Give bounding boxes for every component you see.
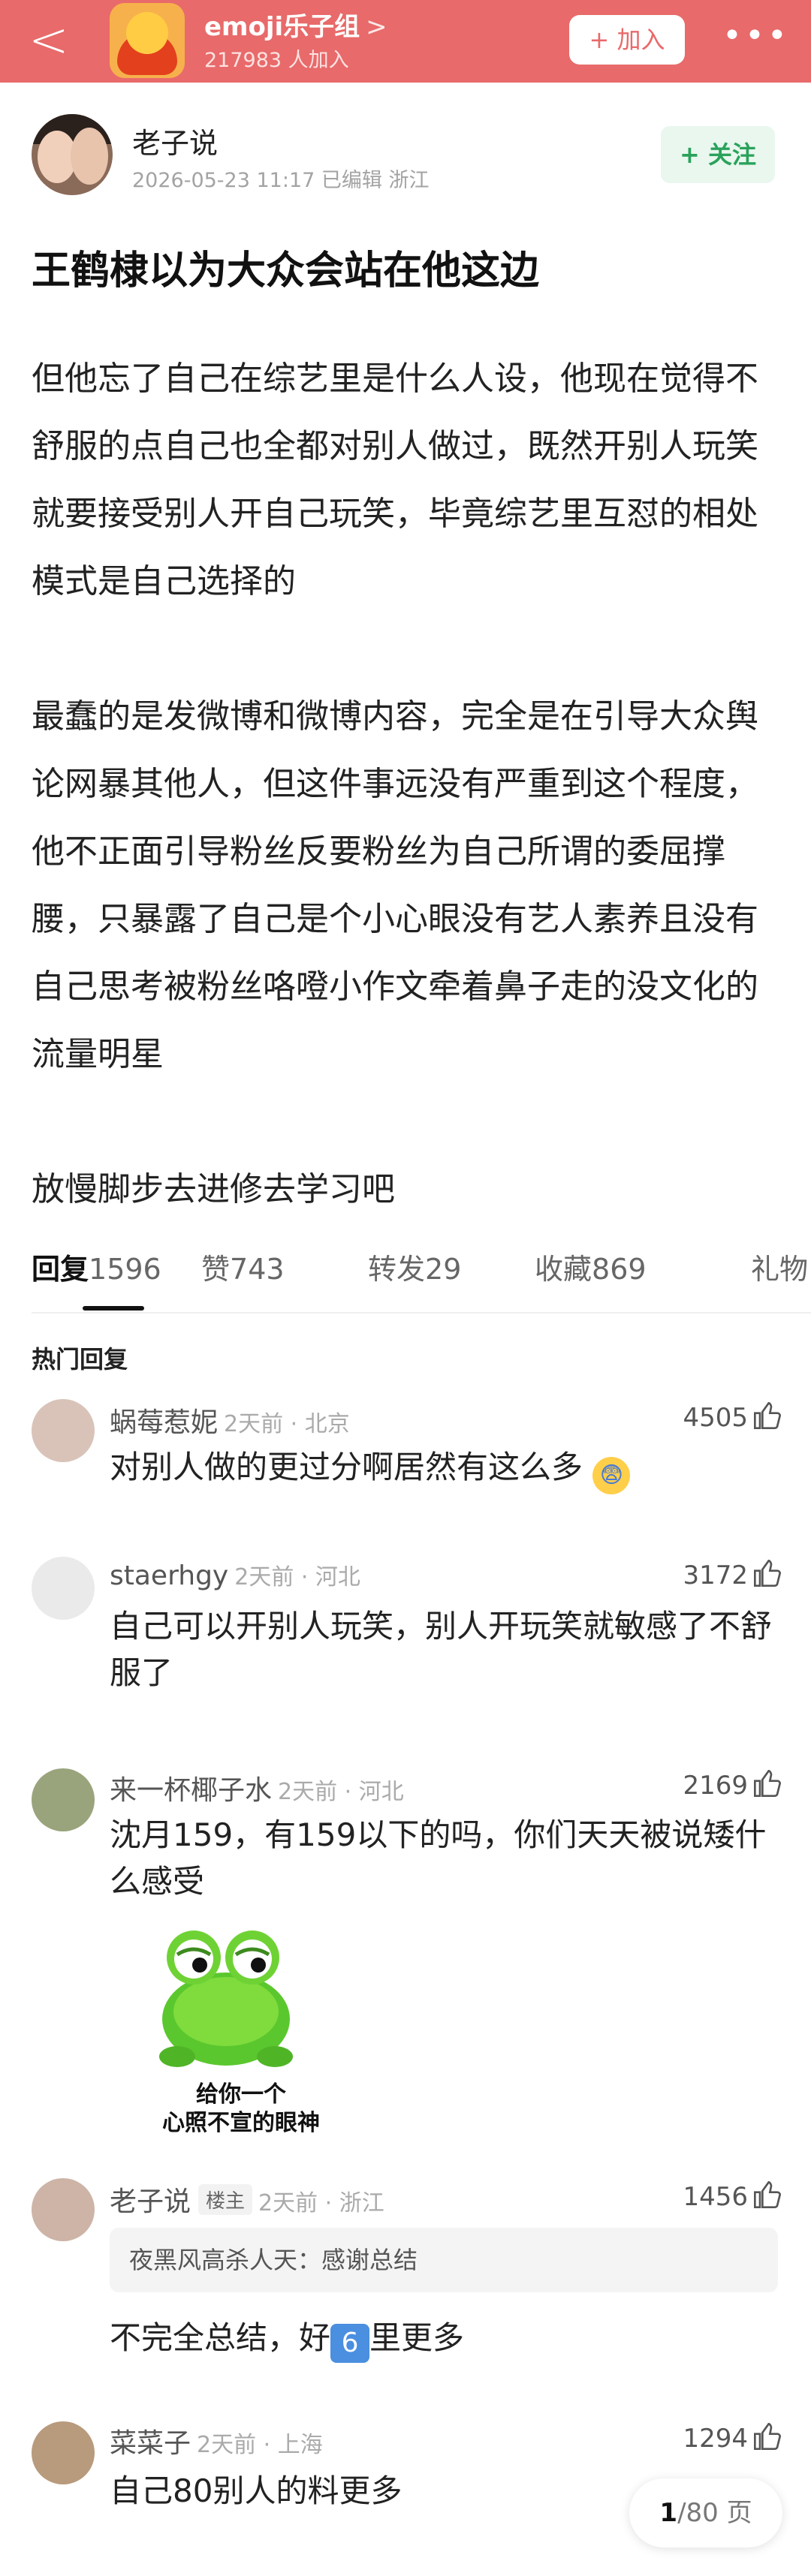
back-icon[interactable]: <	[29, 17, 71, 65]
like-count[interactable]: 1456	[683, 2180, 782, 2212]
comment-text: 自己可以开别人玩笑，别人开玩笑就敏感了不舒服了	[110, 1608, 773, 1691]
post-body: 但他忘了自己在综艺里是什么人设，他现在觉得不舒服的点自己也全都对别人做过，既然开…	[32, 345, 782, 1223]
page-indicator[interactable]: 1/80 页	[629, 2478, 782, 2547]
like-count[interactable]: 4505	[683, 1401, 782, 1433]
commenter-name[interactable]: 来一杯椰子水 2天前 · 河北	[110, 1768, 404, 1807]
hot-replies-heading: 热门回复	[32, 1345, 128, 1374]
group-avatar[interactable]	[110, 3, 185, 78]
chevron-right-icon: >	[366, 12, 387, 42]
tab-replies[interactable]: 回复1596	[32, 1246, 161, 1287]
commenter-name[interactable]: staerhgy 2天前 · 河北	[110, 1558, 360, 1591]
thumbs-up-icon	[754, 1401, 782, 1429]
post-paragraph: 放慢脚步去进修去学习吧	[32, 1170, 395, 1208]
frog-sticker-image[interactable]: 给你一个 心照不宣的眼神	[140, 1921, 320, 2147]
thumbs-up-icon	[754, 1559, 782, 1587]
sticker-caption: 给你一个 心照不宣的眼神	[162, 2081, 320, 2136]
post-paragraph: 最蠢的是发微博和微博内容，完全是在引导大众舆论网暴其他人，但这件事远没有严重到这…	[32, 697, 758, 1073]
author-name[interactable]: 老子说	[132, 120, 218, 161]
group-member-count: 217983 人加入	[204, 49, 349, 72]
avatar[interactable]	[32, 1768, 95, 1831]
thumbs-up-icon	[754, 1769, 782, 1797]
commenter-name[interactable]: 菜菜子 2天前 · 上海	[110, 2421, 323, 2460]
quoted-reply[interactable]: 夜黑风高杀人天：感谢总结	[110, 2228, 778, 2292]
post-tabs: 回复1596 赞743 转发29 收藏869 礼物	[32, 1231, 811, 1314]
like-count[interactable]: 3172	[683, 1558, 782, 1590]
thumbs-up-icon	[754, 2180, 782, 2208]
tab-gifts[interactable]: 礼物	[751, 1246, 808, 1287]
thumbs-up-icon	[754, 2422, 782, 2450]
frog-icon	[159, 1930, 293, 2067]
like-count[interactable]: 1294	[683, 2421, 782, 2454]
join-group-button[interactable]: + 加入	[569, 15, 685, 65]
group-header-bar: < emoji乐子组 > 217983 人加入 + 加入 •••	[0, 0, 811, 83]
avatar[interactable]	[32, 2421, 95, 2484]
emoji-face-icon	[126, 12, 168, 54]
commenter-name[interactable]: 老子说 楼主 2天前 · 浙江	[110, 2180, 384, 2219]
tab-likes[interactable]: 赞743	[201, 1246, 285, 1287]
scared-face-icon: 😨	[592, 1457, 631, 1494]
comment-text: 沈月159，有159以下的吗，你们天天被说矮什么感受	[110, 1816, 767, 1900]
tab-reposts[interactable]: 转发29	[368, 1246, 461, 1287]
tab-favorites[interactable]: 收藏869	[535, 1246, 647, 1287]
post-meta: 2026-05-23 11:17 已编辑 浙江	[132, 169, 430, 192]
comment-text: 对别人做的更过分啊居然有这么多 😨	[110, 1444, 785, 1494]
group-name[interactable]: emoji乐子组 >	[204, 6, 387, 43]
active-tab-indicator	[83, 1306, 144, 1311]
keycap-six-icon: 6	[330, 2324, 370, 2363]
comment-text: 不完全总结，好 6 里更多	[110, 2315, 785, 2363]
avatar[interactable]	[32, 1399, 95, 1462]
follow-button[interactable]: + 关注	[661, 126, 775, 183]
author-avatar[interactable]	[32, 114, 113, 195]
like-count[interactable]: 2169	[683, 1768, 782, 1801]
commenter-name[interactable]: 蜗莓惹妮 2天前 · 北京	[110, 1401, 350, 1440]
post-title: 王鹤棣以为大众会站在他这边	[32, 248, 540, 293]
op-badge: 楼主	[198, 2184, 253, 2215]
more-options-icon[interactable]: •••	[722, 20, 787, 59]
post-paragraph: 但他忘了自己在综艺里是什么人设，他现在觉得不舒服的点自己也全都对别人做过，既然开…	[32, 360, 758, 600]
avatar[interactable]	[32, 1557, 95, 1620]
avatar[interactable]	[32, 2178, 95, 2241]
